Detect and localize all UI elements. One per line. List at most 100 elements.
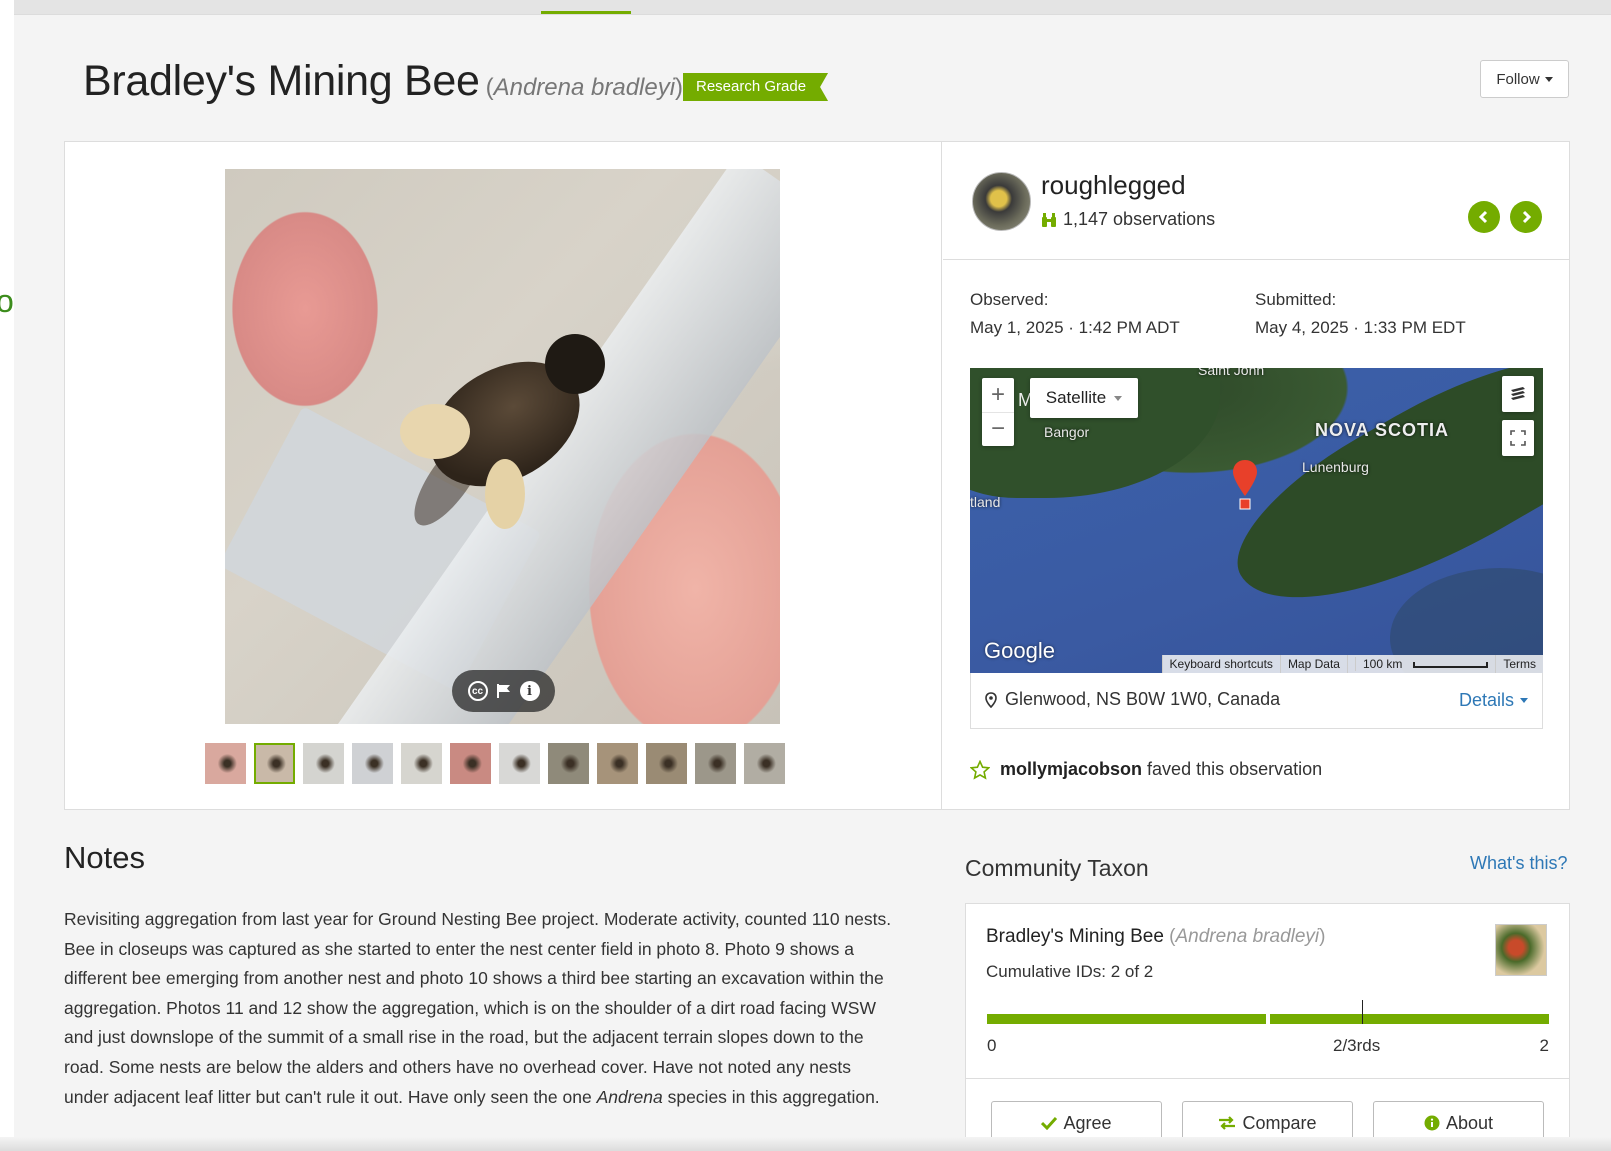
layers-icon (1511, 387, 1525, 400)
submitted-label: Submitted: (1255, 290, 1337, 309)
scale-min: 0 (987, 1036, 997, 1055)
map-marker-icon (985, 691, 997, 708)
location-row: Glenwood, NS B0W 1W0, Canada Details (970, 673, 1543, 729)
photo-thumbnail[interactable] (303, 743, 344, 784)
creative-commons-icon[interactable]: cc (467, 681, 488, 701)
research-grade-badge: Research Grade (683, 73, 828, 101)
map-data-link[interactable]: Map Data (1279, 655, 1347, 673)
pin-location-square (1239, 498, 1251, 510)
pin-marker (1233, 460, 1257, 496)
taxon-thumbnail[interactable] (1495, 924, 1547, 976)
observer-row: roughlegged 1,147 observations (943, 142, 1569, 260)
location-text: Glenwood, NS B0W 1W0, Canada (985, 689, 1280, 710)
terms-link[interactable]: Terms (1495, 655, 1543, 673)
map-type-dropdown[interactable]: Satellite (1030, 378, 1138, 418)
avatar[interactable] (972, 172, 1031, 231)
location-map[interactable]: Saint John Bangor NOVA SCOTIA Lunenburg … (970, 368, 1543, 673)
follow-label: Follow (1496, 70, 1540, 88)
photo-controls: cc i (452, 670, 555, 712)
caret-down-icon (1544, 76, 1553, 82)
exchange-icon (1219, 1116, 1236, 1130)
photo-thumbnail[interactable] (450, 743, 491, 784)
cumulative-ids: Cumulative IDs: 2 of 2 (986, 962, 1154, 981)
google-logo: Google (984, 638, 1055, 663)
follow-button[interactable]: Follow (1480, 60, 1569, 98)
taxon-common-name: Bradley's Mining Bee (83, 57, 480, 105)
details-dropdown[interactable]: Details (1459, 690, 1528, 711)
map-label-saint-john: Saint John (1198, 368, 1265, 378)
notes-body: Revisiting aggregation from last year fo… (64, 909, 892, 1107)
map-layers-button[interactable] (1502, 376, 1534, 412)
zoom-in-button[interactable]: + (982, 378, 1014, 412)
map-label-bangor: Bangor (1044, 424, 1090, 440)
photo-thumbnails (205, 743, 785, 784)
map-type-label: Satellite (1045, 388, 1107, 407)
photo-thumbnail[interactable] (646, 743, 687, 784)
photo-thumbnail[interactable] (499, 743, 540, 784)
id-agreement-segment (987, 1014, 1266, 1024)
observation-count-label: 1,147 observations (1063, 209, 1216, 229)
photo-thumbnail[interactable] (695, 743, 736, 784)
check-icon (1041, 1116, 1058, 1130)
notes-heading: Notes (64, 840, 145, 875)
map-label-nova-scotia: NOVA SCOTIA (1315, 420, 1450, 440)
map-scale: 100 km (1346, 655, 1495, 673)
submitted-value: May 4, 2025 · 1:33 PM EDT (1255, 318, 1466, 337)
community-taxon-box: Bradley's Mining Bee (Andrena bradleyi) … (965, 903, 1570, 1151)
map-label-lunenburg: Lunenburg (1302, 459, 1369, 475)
photo-thumbnail[interactable] (254, 743, 295, 784)
caret-down-icon (1520, 698, 1528, 703)
star-icon[interactable] (970, 759, 990, 780)
next-observation-button[interactable] (1510, 201, 1542, 233)
id-agreement-bar (987, 1000, 1549, 1026)
caret-down-icon (1114, 395, 1123, 401)
map-footer: Keyboard shortcuts Map Data 100 km Terms (1161, 655, 1543, 673)
info-circle-icon (1424, 1115, 1440, 1131)
main-photo[interactable] (225, 169, 780, 724)
chevron-left-icon (1478, 210, 1488, 224)
photo-thumbnail[interactable] (401, 743, 442, 784)
photo-thumbnail[interactable] (744, 743, 785, 784)
photo-thumbnail[interactable] (352, 743, 393, 784)
active-tab-indicator (541, 11, 631, 14)
observation-count[interactable]: 1,147 observations (1041, 209, 1215, 230)
observation-info: roughlegged 1,147 observations Observed:… (943, 142, 1569, 809)
top-nav-bar (14, 0, 1611, 15)
previous-observation-button[interactable] (1468, 201, 1500, 233)
zoom-out-button[interactable]: − (982, 411, 1014, 447)
id-agreement-segment (1270, 1014, 1549, 1024)
photo-thumbnail[interactable] (597, 743, 638, 784)
community-taxon-name[interactable]: Bradley's Mining Bee (Andrena bradleyi) (986, 926, 1325, 948)
observed-date: Observed: May 1, 2025 · 1:42 PM ADT (970, 290, 1180, 338)
two-thirds-marker (1362, 1000, 1363, 1024)
fave-row: mollymjacobson faved this observation (970, 759, 1322, 780)
fullscreen-icon (1510, 430, 1526, 446)
observed-value: May 1, 2025 · 1:42 PM ADT (970, 318, 1180, 337)
location-label: Glenwood, NS B0W 1W0, Canada (1005, 689, 1281, 709)
flag-icon[interactable] (496, 683, 512, 699)
chevron-right-icon (1522, 210, 1532, 224)
binoculars-icon (1042, 212, 1056, 227)
community-taxon-heading: Community Taxon (965, 855, 1149, 881)
fave-user-link[interactable]: mollymjacobson (1000, 759, 1142, 779)
scale-mid: 2/3rds (1333, 1036, 1381, 1055)
observation-pin-icon[interactable] (1232, 458, 1258, 514)
photo-thumbnail[interactable] (548, 743, 589, 784)
observed-label: Observed: (970, 290, 1049, 309)
whats-this-link[interactable]: What's this? (1470, 853, 1567, 874)
photo-info-icon[interactable]: i (519, 681, 540, 701)
left-edge-fragment: o (0, 283, 14, 319)
page-title: Bradley's Mining Bee (Andrena bradleyi) (83, 57, 683, 107)
keyboard-shortcuts-link[interactable]: Keyboard shortcuts (1161, 655, 1280, 673)
photo-thumbnail[interactable] (205, 743, 246, 784)
bottom-shadow (0, 1137, 1611, 1151)
map-label-portland: tland (970, 494, 1001, 510)
zoom-control: + − (982, 378, 1014, 446)
taxon-scientific-name: (Andrena bradleyi) (485, 74, 684, 101)
submitted-date: Submitted: May 4, 2025 · 1:33 PM EDT (1255, 290, 1466, 338)
fave-text: faved this observation (1147, 759, 1323, 779)
observer-username[interactable]: roughlegged (1041, 170, 1186, 201)
observation-panel: roughlegged 1,147 observations Observed:… (64, 141, 1570, 810)
map-fullscreen-button[interactable] (1502, 420, 1534, 456)
scale-max: 2 (1539, 1036, 1549, 1055)
